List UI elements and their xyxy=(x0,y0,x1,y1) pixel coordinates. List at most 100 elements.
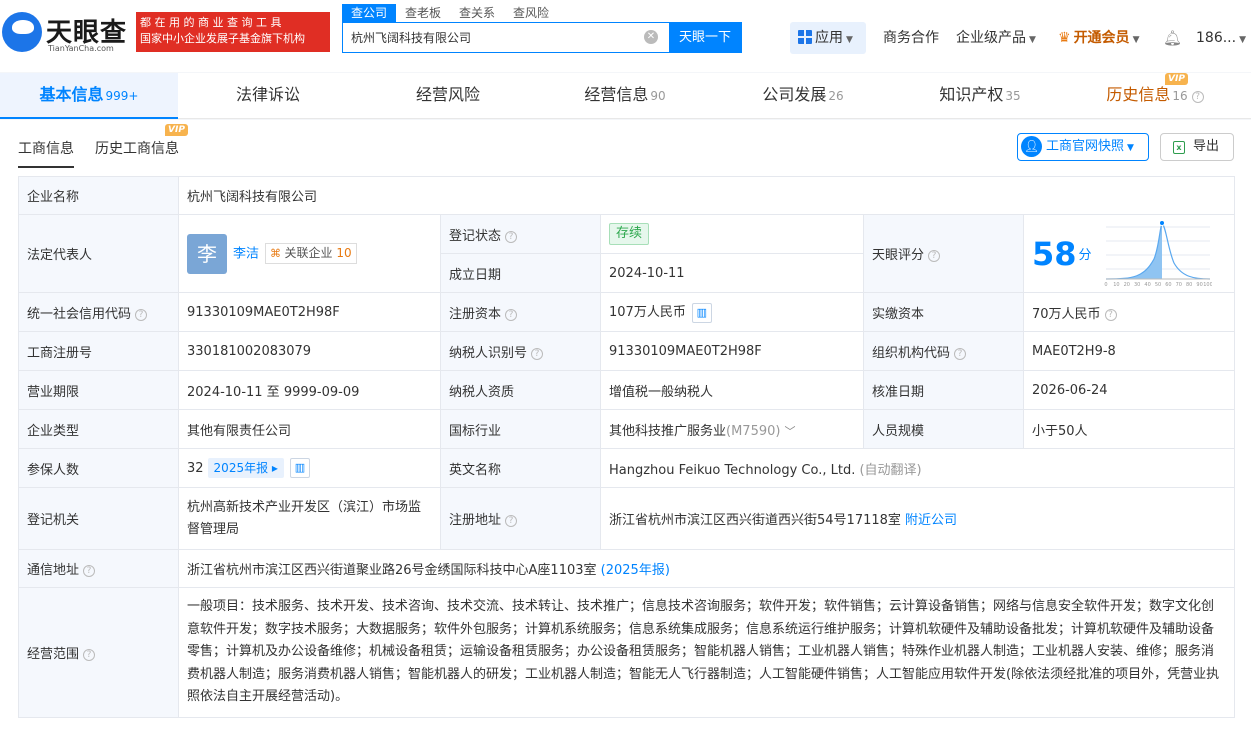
tab-operation-risk[interactable]: 经营风险 xyxy=(358,73,538,119)
tab-history[interactable]: 历史信息 16? xyxy=(1070,73,1240,119)
tick-label: 60 xyxy=(1165,282,1171,288)
help-icon[interactable]: ? xyxy=(954,347,967,360)
mail-label: 通信地址 xyxy=(27,563,80,578)
tab-label: 知识产权 xyxy=(939,85,1004,104)
open-vip-label: 开通会员 xyxy=(1073,30,1130,46)
business-scope: 一般项目：技术服务、技术开发、技术咨询、技术交流、技术转让、技术推广；信息技术咨… xyxy=(177,587,1236,718)
tab-legal[interactable]: 法律诉讼 xyxy=(178,73,358,119)
score-cell[interactable]: 58 分 0 10 20 30 40 50 60 70 80 90 100 xyxy=(1022,214,1236,293)
subtab-business-info[interactable]: 工商信息 xyxy=(18,138,74,168)
mail-report-link[interactable]: (2025年报) xyxy=(601,563,670,578)
tab-label: 经营风险 xyxy=(415,85,480,104)
caret-down-icon: ▼ xyxy=(1029,35,1036,45)
tab-count: 26 xyxy=(828,89,844,103)
site-logo[interactable]: 天眼查 TianYanCha.com xyxy=(2,10,132,56)
reg-address: 浙江省杭州市滨江区西兴街道西兴街54号17118室 xyxy=(609,513,901,528)
help-icon[interactable]: ? xyxy=(505,515,518,527)
help-icon[interactable]: ? xyxy=(1104,308,1117,321)
caret-down-icon: ▼ xyxy=(1239,35,1246,45)
scope-label: 经营范围 xyxy=(27,646,80,662)
tab-development[interactable]: 公司发展 26 xyxy=(713,73,893,119)
row-label: 实缴资本 xyxy=(863,292,1024,332)
export-button[interactable]: x 导出 xyxy=(1160,133,1234,161)
help-icon[interactable]: ? xyxy=(505,308,518,321)
table-row: 经营范围? 一般项目：技术服务、技术开发、技术咨询、技术交流、技术转让、技术推广… xyxy=(18,587,1236,718)
axis-ticks: 0 10 20 30 40 50 60 70 80 90 100 xyxy=(1104,282,1212,288)
row-label: 登记状态? xyxy=(440,214,601,254)
nearby-companies-link[interactable]: 附近公司 xyxy=(905,513,957,528)
auto-translate-note: (自动翻译) xyxy=(859,462,922,478)
user-menu[interactable]: 186... ▼ xyxy=(1196,22,1246,54)
tab-basic-info[interactable]: 基本信息 999+ xyxy=(0,73,178,119)
english-name-cell: Hangzhou Feikuo Technology Co., Ltd. (自动… xyxy=(599,448,1236,488)
help-icon[interactable]: ? xyxy=(505,230,518,243)
legal-rep-name[interactable]: 李洁 xyxy=(233,246,259,261)
help-icon: ? xyxy=(1191,91,1204,103)
help-icon[interactable]: ? xyxy=(135,308,148,321)
table-row: 登记机关 杭州高新技术产业开发区（滨江）市场监督管理局 注册地址? 浙江省杭州市… xyxy=(18,487,1236,550)
vip-badge: VIP xyxy=(165,124,188,136)
crown-icon: ♛ xyxy=(1058,30,1071,46)
bar-chart-icon[interactable]: ▥ xyxy=(691,302,712,323)
official-snapshot-button[interactable]: 👤︎ 工商官网快照 ▼ xyxy=(1017,133,1149,161)
top-header: 天眼查 TianYanCha.com 都 在 用 的 商 业 查 询 工 具 国… xyxy=(0,0,1251,72)
apps-grid-icon xyxy=(798,30,812,44)
apps-label: 应用 xyxy=(815,30,843,46)
search-button[interactable]: 天眼一下 xyxy=(669,23,741,52)
score-label: 天眼评分 xyxy=(872,248,925,263)
apps-menu[interactable]: 应用 ▼ xyxy=(790,22,866,54)
english-name: Hangzhou Feikuo Technology Co., Ltd. xyxy=(609,462,856,478)
credit-code-label: 统一社会信用代码 xyxy=(27,306,132,322)
clear-icon[interactable]: ✕ xyxy=(644,30,658,44)
approve-date: 2026-06-24 xyxy=(1022,370,1236,410)
search-box: ✕ 天眼一下 xyxy=(342,22,742,53)
tab-operation-info[interactable]: 经营信息 90 xyxy=(535,73,715,119)
search-tab-company[interactable]: 查公司 xyxy=(342,4,397,22)
related-companies-badge[interactable]: ⌘ 关联企业 10 xyxy=(265,243,357,264)
row-label: 营业期限 xyxy=(18,370,179,410)
row-label: 人员规模 xyxy=(863,409,1024,449)
avatar[interactable]: 李 xyxy=(187,233,227,274)
score-marker xyxy=(1158,219,1165,226)
reg-capital: 107万人民币 xyxy=(609,305,686,321)
row-label: 纳税人资质 xyxy=(440,370,601,410)
search-input[interactable] xyxy=(343,23,663,52)
score-distribution-chart: 0 10 20 30 40 50 60 70 80 90 100 xyxy=(1104,219,1212,288)
bar-chart-icon[interactable]: ▥ xyxy=(289,458,310,479)
table-row: 统一社会信用代码? 91330109MAE0T2H98F 注册资本? 107万人… xyxy=(18,292,1236,332)
eye-logo-icon xyxy=(2,12,42,52)
tick-label: 80 xyxy=(1186,282,1192,288)
tab-label: 经营信息 xyxy=(584,85,649,104)
row-label: 企业名称 xyxy=(18,176,179,215)
row-label: 通信地址? xyxy=(18,549,179,588)
tick-label: 10 xyxy=(1113,282,1119,288)
tick-label: 0 xyxy=(1104,282,1107,288)
search-tab-boss[interactable]: 查老板 xyxy=(396,4,450,22)
reg-status-cell: 存续 xyxy=(600,214,864,254)
industry-cell[interactable]: 其他科技推广服务业(M7590) ﹀ xyxy=(600,409,864,449)
annual-report-tag[interactable]: 2025年报 ▸ xyxy=(207,457,284,478)
table-row: 法定代表人 李李洁 ⌘ 关联企业 10 登记状态? 存续 天眼评分? 58分 xyxy=(18,214,1236,293)
row-label: 参保人数 xyxy=(18,448,179,488)
tick-label: 20 xyxy=(1123,282,1129,288)
assoc-count: 10 xyxy=(336,246,352,260)
help-icon[interactable]: ? xyxy=(83,648,96,661)
tab-ip[interactable]: 知识产权 35 xyxy=(890,73,1070,119)
open-vip-menu[interactable]: ♛ 开通会员 ▼ xyxy=(1058,22,1139,54)
score-value: 58 xyxy=(1032,234,1077,273)
business-coop-link[interactable]: 商务合作 xyxy=(883,22,939,54)
help-icon[interactable]: ? xyxy=(928,250,941,262)
industry: 其他科技推广服务业 xyxy=(609,423,727,439)
assoc-label: 关联企业 xyxy=(284,246,333,260)
help-icon[interactable]: ? xyxy=(83,565,96,577)
help-icon[interactable]: ? xyxy=(531,347,544,360)
row-label: 成立日期 xyxy=(440,253,601,293)
caret-down-icon: ▼ xyxy=(846,35,853,45)
subtab-history-business-info[interactable]: 历史工商信息 xyxy=(95,138,179,158)
search-tab-risk[interactable]: 查风险 xyxy=(504,4,558,22)
search-tab-relation[interactable]: 查关系 xyxy=(450,4,504,22)
insured-cell: 32 2025年报 ▸ ▥ xyxy=(178,448,441,488)
bell-icon[interactable]: 🔔︎ xyxy=(1163,22,1182,54)
search-type-tabs: 查公司 查老板 查关系 查风险 xyxy=(342,4,558,22)
enterprise-products-menu[interactable]: 企业级产品 ▼ xyxy=(956,22,1036,54)
